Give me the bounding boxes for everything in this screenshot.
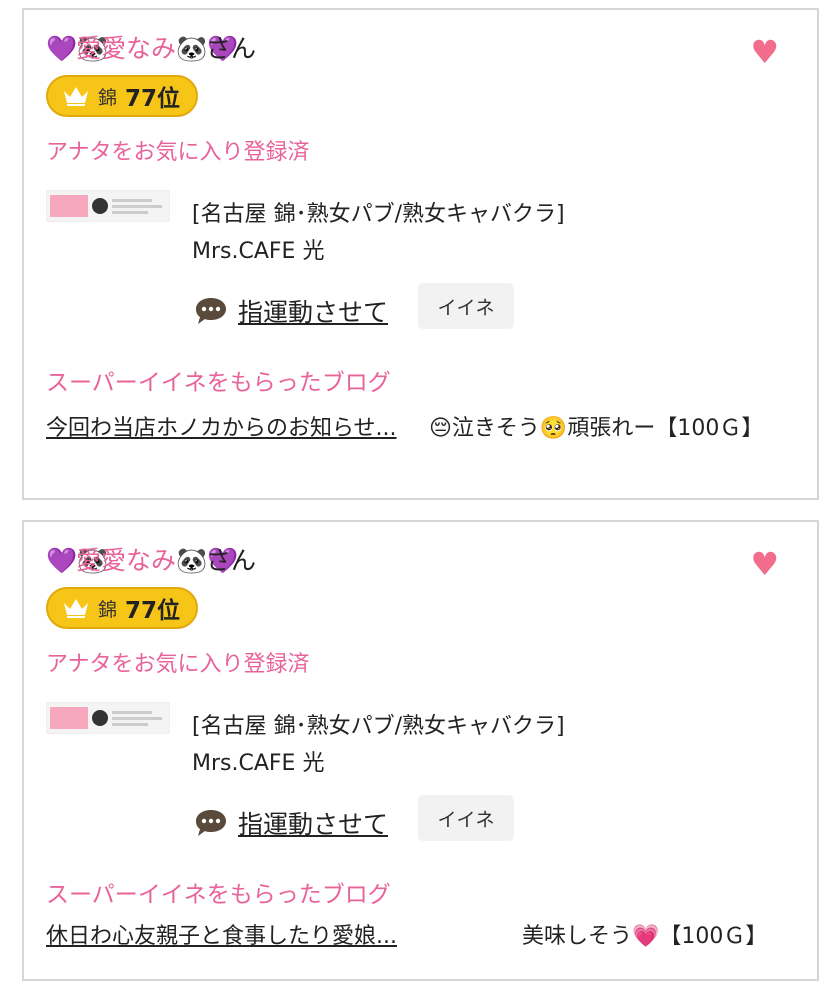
shop-name: Mrs.CAFE 光 <box>192 239 325 264</box>
avatar <box>92 710 108 726</box>
shop-banner-thumbnail[interactable] <box>46 702 170 734</box>
fan-card: 💜🐼愛愛なみ🐼💜さん ♥ 錦 77位 アナタをお気に入り登録済 [名古屋 錦･熟… <box>22 8 819 500</box>
heart-icon[interactable]: ♥ <box>750 36 779 68</box>
name-prefix-emoji: 💜🐼 <box>46 546 109 575</box>
rank-area: 錦 <box>98 598 118 621</box>
name-suffix-emoji: 🐼💜 <box>176 546 239 575</box>
favorite-status: アナタをお気に入り登録済 <box>46 140 310 165</box>
banner-image <box>50 195 88 217</box>
blog-comment: 😔泣きそう🥺頑張れー【100Ｇ】 <box>429 416 764 441</box>
banner-text-lines <box>112 710 162 726</box>
fan-name[interactable]: 愛愛なみ <box>76 546 176 575</box>
speech-bubble-icon <box>196 810 226 836</box>
banner-text-lines <box>112 198 162 214</box>
heart-icon[interactable]: ♥ <box>750 548 779 580</box>
crown-icon <box>64 599 88 618</box>
comment-link[interactable]: 指運動させて <box>238 293 388 329</box>
rank-badge: 錦 77位 <box>46 75 198 117</box>
shop-category: [名古屋 錦･熟女パブ/熟女キャバクラ] <box>192 202 565 227</box>
rank-number: 77位 <box>125 86 181 112</box>
rank-badge: 錦 77位 <box>46 587 198 629</box>
fan-name[interactable]: 愛愛なみ <box>76 34 176 63</box>
shop-banner-thumbnail[interactable] <box>46 190 170 222</box>
super-iine-blog-label: スーパーイイネをもらったブログ <box>46 882 391 908</box>
iine-button[interactable]: イイネ <box>418 283 514 329</box>
super-iine-blog-label: スーパーイイネをもらったブログ <box>46 370 391 396</box>
rank-number: 77位 <box>125 598 181 624</box>
speech-bubble-icon <box>196 298 226 324</box>
blog-comment: 美味しそう💗【100Ｇ】 <box>522 924 768 949</box>
honorific: さん <box>206 546 257 575</box>
name-prefix-emoji: 💜🐼 <box>46 34 109 63</box>
fan-name-row[interactable]: 💜🐼愛愛なみ🐼💜さん <box>46 544 256 578</box>
shop-name: Mrs.CAFE 光 <box>192 751 325 776</box>
blog-title-link[interactable]: 休日わ心友親子と食事したり愛娘... <box>46 920 466 954</box>
fan-card: 💜🐼愛愛なみ🐼💜さん ♥ 錦 77位 アナタをお気に入り登録済 [名古屋 錦･熟… <box>22 520 819 981</box>
blog-title-link[interactable]: 今回わ当店ホノカからのお知らせ... <box>46 412 406 446</box>
comment-link[interactable]: 指運動させて <box>238 805 388 841</box>
rank-area: 錦 <box>98 86 118 109</box>
crown-icon <box>64 87 88 106</box>
fan-name-row[interactable]: 💜🐼愛愛なみ🐼💜さん <box>46 32 256 66</box>
banner-image <box>50 707 88 729</box>
avatar <box>92 198 108 214</box>
honorific: さん <box>206 34 257 63</box>
favorite-status: アナタをお気に入り登録済 <box>46 652 310 677</box>
iine-button[interactable]: イイネ <box>418 795 514 841</box>
shop-category: [名古屋 錦･熟女パブ/熟女キャバクラ] <box>192 714 565 739</box>
name-suffix-emoji: 🐼💜 <box>176 34 239 63</box>
